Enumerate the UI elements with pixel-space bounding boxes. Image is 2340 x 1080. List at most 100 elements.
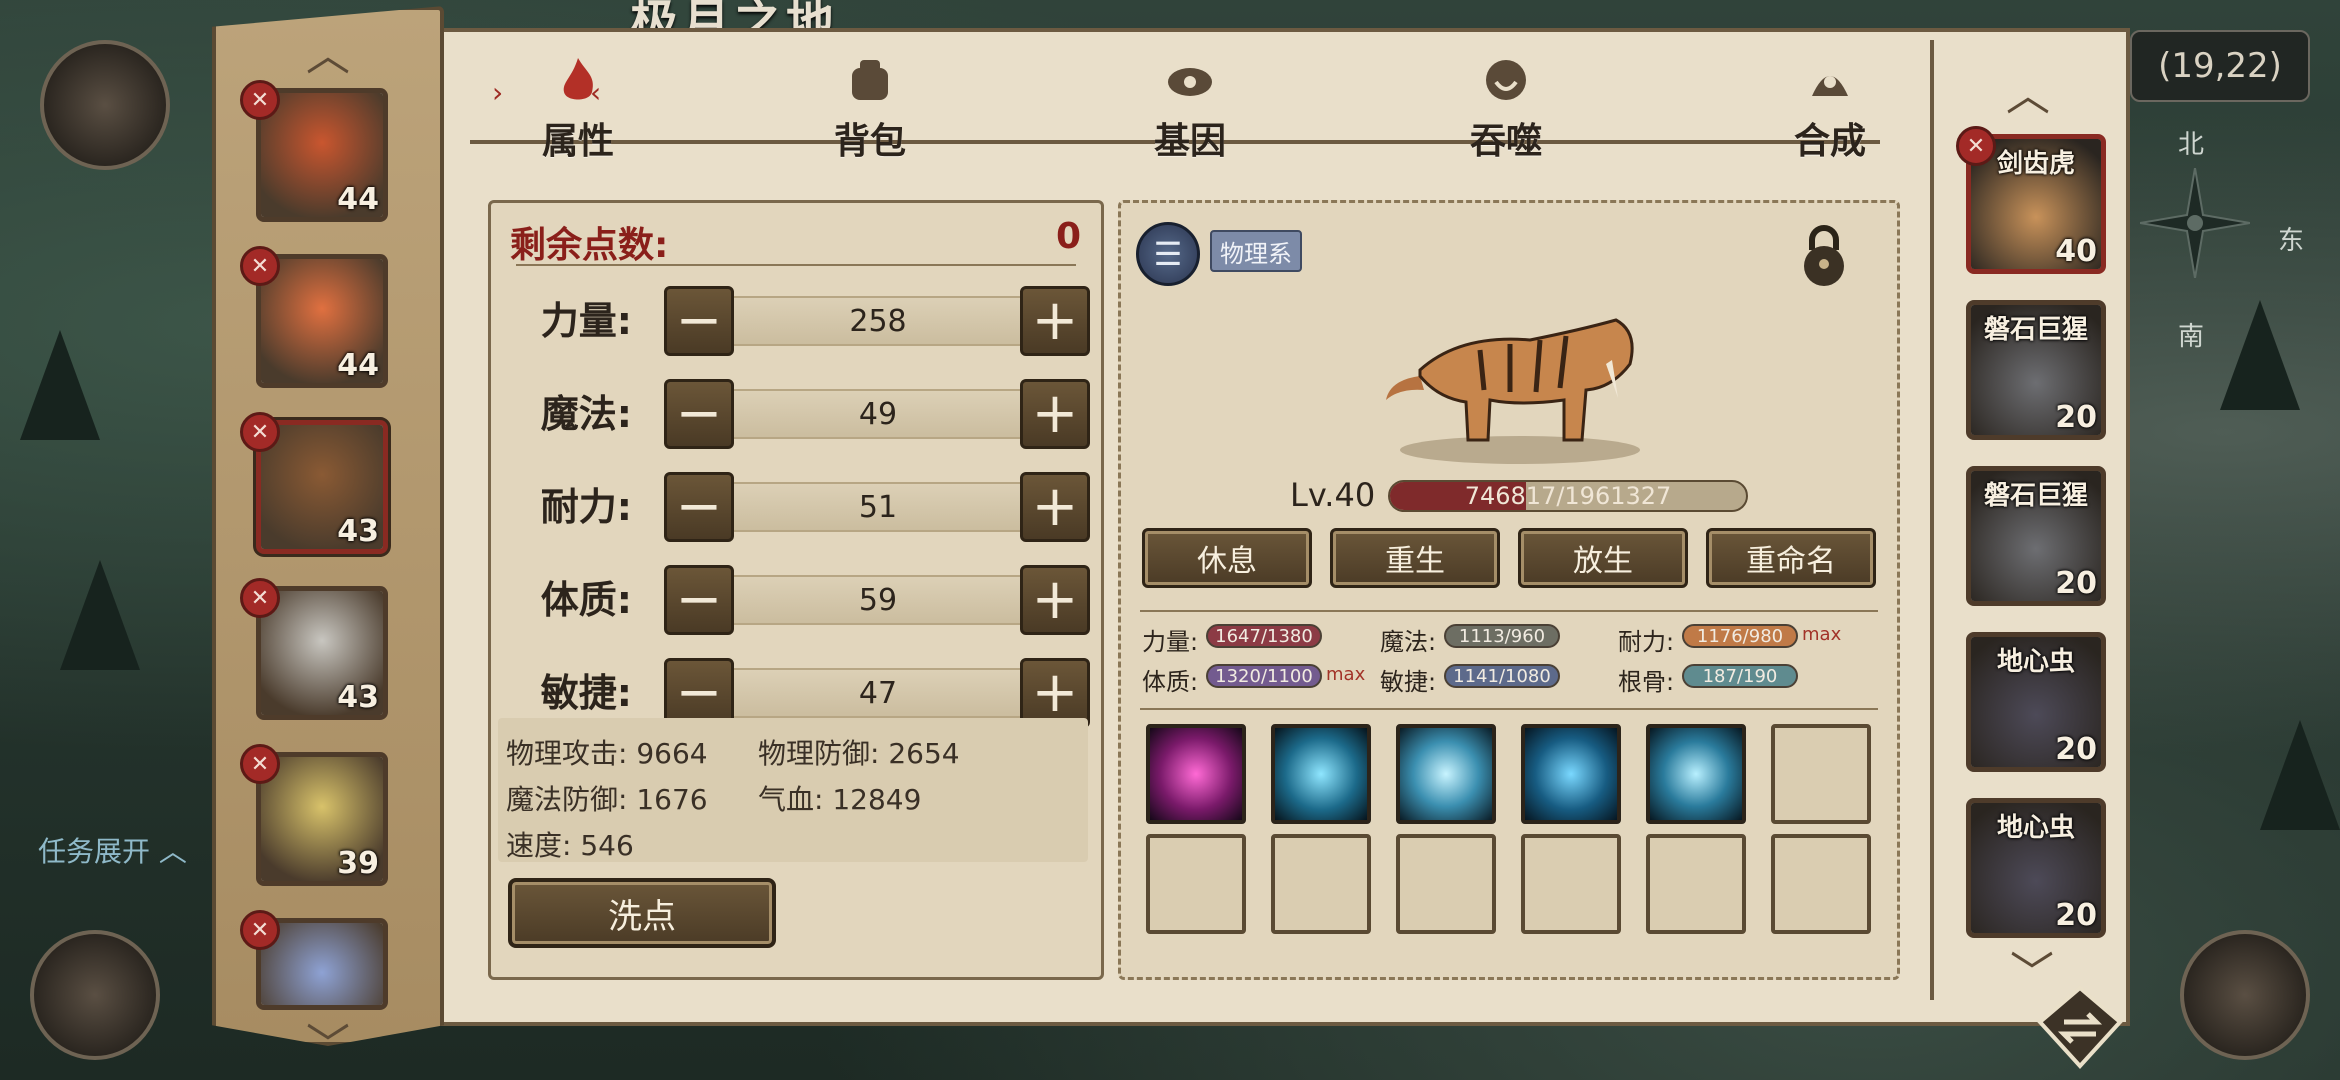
decrease-button[interactable]: − [664, 565, 734, 635]
stat-label: 魔法: [540, 392, 632, 436]
list-menu-icon[interactable]: ☰ [1136, 222, 1200, 286]
divider [1140, 708, 1878, 710]
empty-skill-slot[interactable] [1146, 834, 1246, 934]
empty-skill-slot[interactable] [1271, 834, 1371, 934]
ice-shard-icon[interactable] [1396, 724, 1496, 824]
craft-icon [1812, 76, 1848, 96]
tab-craft[interactable]: 合成 [1740, 52, 1920, 164]
tab-label: 背包 [833, 121, 906, 162]
lightning-icon[interactable] [1646, 724, 1746, 824]
rename-button[interactable]: 重命名 [1706, 528, 1876, 588]
divider [516, 264, 1076, 266]
tab-label: 属性 [541, 121, 614, 162]
pet-level-badge: 40 [2055, 234, 2097, 269]
pet-name-label: 地心虫 [1996, 813, 2075, 843]
rebirth-button[interactable]: 重生 [1330, 528, 1500, 588]
empty-skill-slot[interactable] [1771, 724, 1871, 824]
pet-level-badge: 20 [2055, 400, 2097, 435]
phys-defense-text: 物理防御: 2654 [758, 737, 960, 770]
right-pet-card[interactable]: 磐石巨猩 20 [1966, 300, 2106, 440]
increase-button[interactable]: + [1020, 565, 1090, 635]
tab-label: 合成 [1793, 121, 1866, 162]
pet-level-badge: 43 [337, 680, 379, 715]
pink-claw-icon[interactable] [1146, 724, 1246, 824]
increase-button[interactable]: + [1020, 379, 1090, 449]
blue-slash-icon[interactable] [1271, 724, 1371, 824]
right-scroll-up-arrow[interactable]: ︿ [1998, 74, 2058, 118]
task-expand-toggle[interactable]: 任务展开 ︿ [38, 830, 187, 870]
growth-value: 1113/960 [1444, 624, 1560, 648]
tab-flame[interactable]: 属性 [488, 52, 668, 164]
right-pet-card[interactable]: 地心虫 20 [1966, 632, 2106, 772]
pet-level-text: Lv.40 [1290, 476, 1376, 514]
compass-north-label: 北 [2178, 130, 2205, 160]
growth-value: 1176/980 [1682, 624, 1798, 648]
saber-tiger-portrait [1386, 318, 1640, 464]
stat-value: 49 [734, 389, 1022, 439]
pet-portrait [261, 923, 383, 1005]
task-expand-label: 任务展开 [38, 835, 151, 868]
pet-corner-button[interactable] [30, 930, 160, 1060]
scroll-down-arrow[interactable]: ﹀ [298, 1024, 358, 1068]
stat-label: 力量: [540, 299, 632, 343]
gene-icon [1168, 68, 1212, 96]
pet-level-badge: 20 [2055, 732, 2097, 767]
growth-value: 1320/1100 [1206, 664, 1322, 688]
pet-name-label: 磐石巨猩 [1983, 315, 2088, 345]
right-pet-card[interactable]: 磐石巨猩 20 [1966, 466, 2106, 606]
tab-label: 基因 [1153, 121, 1226, 162]
release-button[interactable]: 放生 [1518, 528, 1688, 588]
reset-points-button[interactable]: 洗点 [508, 878, 776, 948]
rest-button[interactable]: 休息 [1142, 528, 1312, 588]
stat-value: 59 [734, 575, 1022, 625]
increase-button[interactable]: + [1020, 286, 1090, 356]
increase-button[interactable]: + [1020, 472, 1090, 542]
empty-skill-slot[interactable] [1771, 834, 1871, 934]
growth-label: 力量: [1142, 628, 1199, 656]
remaining-points-label: 剩余点数: [510, 225, 669, 266]
decrease-button[interactable]: − [664, 472, 734, 542]
empty-skill-slot[interactable] [1521, 834, 1621, 934]
tree-decoration [2260, 720, 2340, 830]
pet-type-tag: 物理系 [1210, 230, 1302, 272]
tab-bag[interactable]: 背包 [780, 52, 960, 164]
empty-skill-slot[interactable] [1396, 834, 1496, 934]
player-avatar-button[interactable] [40, 40, 170, 170]
devour-icon [1486, 60, 1526, 100]
growth-label: 体质: [1142, 668, 1199, 696]
pet-level-badge: 39 [337, 846, 379, 881]
flame-icon [563, 58, 593, 100]
pet-name-label: 地心虫 [1996, 647, 2075, 677]
remaining-points-value: 0 [1056, 216, 1082, 257]
growth-label: 敏捷: [1380, 668, 1437, 696]
right-pet-card[interactable]: 地心虫 20 [1966, 798, 2106, 938]
growth-value: 1141/1080 [1444, 664, 1560, 688]
tree-decoration [60, 560, 140, 670]
stat-value: 258 [734, 296, 1022, 346]
empty-skill-slot[interactable] [1646, 834, 1746, 934]
growth-label: 根骨: [1618, 668, 1675, 696]
growth-value: 187/190 [1682, 664, 1798, 688]
pet-level-badge: 44 [337, 348, 379, 383]
tab-devour[interactable]: 吞噬 [1416, 52, 1596, 164]
hp-text: 气血: 12849 [758, 783, 922, 816]
pet-type-badge-icon: ✕ [240, 80, 280, 120]
decrease-button[interactable]: − [664, 379, 734, 449]
stat-value: 47 [734, 668, 1022, 718]
pet-type-badge-icon: ✕ [240, 412, 280, 452]
pet-type-badge-icon: ✕ [240, 910, 280, 950]
pet-type-badge-icon: ✕ [240, 578, 280, 618]
scroll-up-arrow[interactable]: ︿ [298, 34, 358, 78]
stat-label: 敏捷: [540, 671, 632, 715]
lock-icon[interactable] [1796, 222, 1852, 286]
stat-label: 体质: [540, 578, 632, 622]
speed-text: 速度: 546 [506, 829, 634, 862]
compass-icon [2140, 168, 2250, 278]
home-button[interactable] [2180, 930, 2310, 1060]
phys-attack-text: 物理攻击: 9664 [506, 737, 708, 770]
water-orb-icon[interactable] [1521, 724, 1621, 824]
tab-gene[interactable]: 基因 [1100, 52, 1280, 164]
swap-icon[interactable] [2030, 982, 2130, 1072]
tree-decoration [2220, 300, 2300, 410]
decrease-button[interactable]: − [664, 286, 734, 356]
